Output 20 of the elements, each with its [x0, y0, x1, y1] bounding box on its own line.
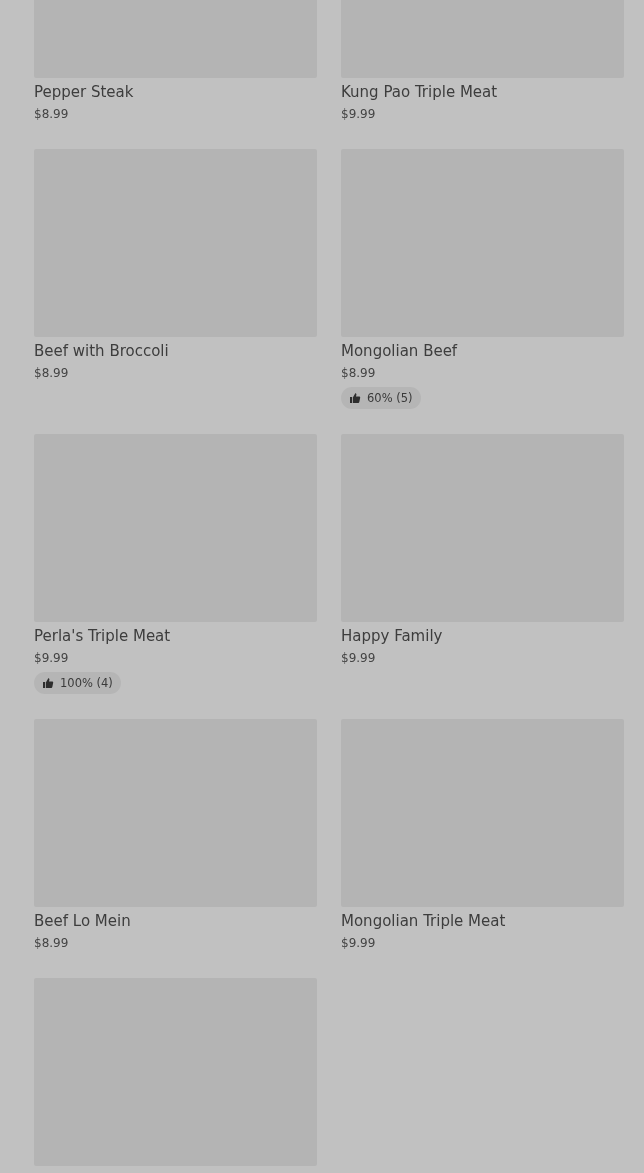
dish-price: $9.99	[341, 106, 376, 123]
dish-name: Beef Lo Mein	[34, 911, 131, 932]
dish-name: Beef with Broccoli	[34, 341, 169, 362]
dish-name: Happy Family	[341, 626, 443, 647]
dish-name: Perla's Triple Meat	[34, 626, 171, 647]
dish-name: Kung Pao Triple Meat	[341, 82, 498, 103]
dish-name: Pepper Steak	[34, 82, 134, 103]
dish-price: $9.99	[341, 935, 376, 952]
dish-price: $8.99	[341, 365, 376, 382]
dish-name: Mongolian Beef	[341, 341, 458, 362]
dish-name: Mongolian Triple Meat	[341, 911, 506, 932]
thumbs-up-icon	[349, 392, 361, 404]
dish-price: $9.99	[34, 650, 69, 667]
dish-price: $8.99	[34, 935, 69, 952]
dish-price: $9.99	[341, 650, 376, 667]
dish-price: $8.99	[34, 365, 69, 382]
rating-badge: 60% (5)	[341, 387, 421, 409]
dish-price: $8.99	[34, 106, 69, 123]
thumbs-up-icon	[42, 677, 54, 689]
rating-badge: 100% (4)	[34, 672, 121, 694]
